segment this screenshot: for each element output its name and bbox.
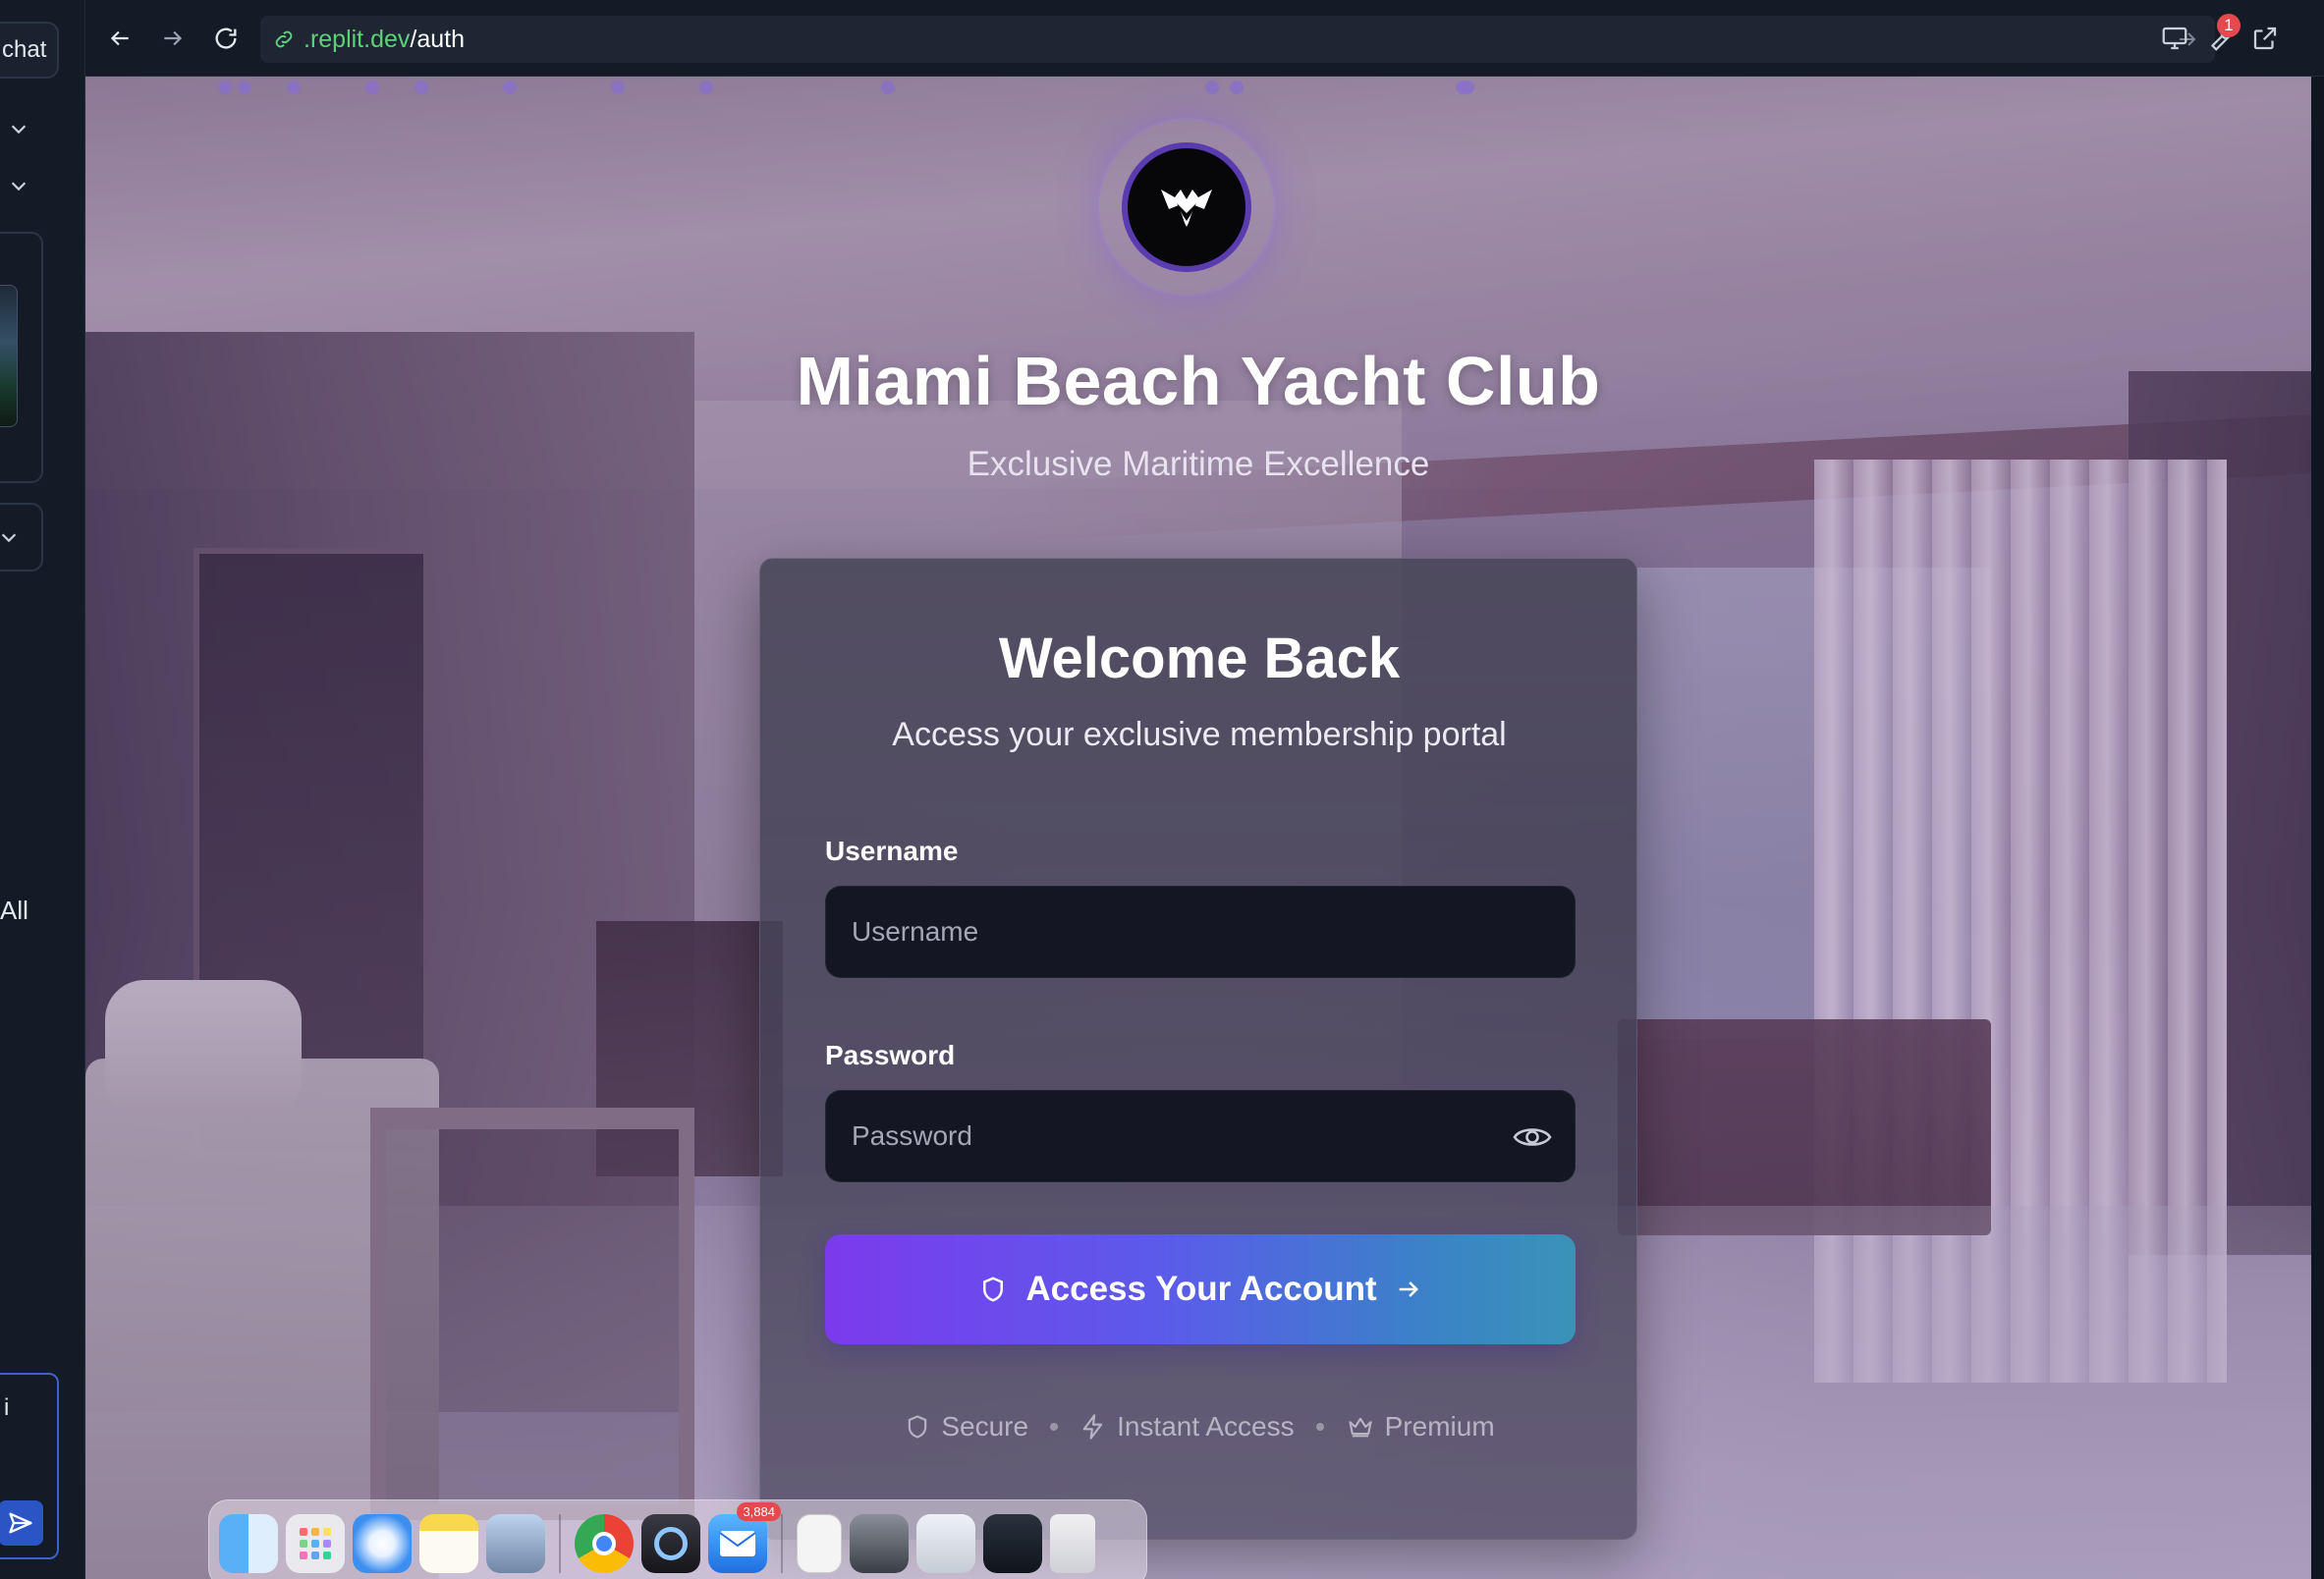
dock-divider [781, 1514, 783, 1573]
feature-premium: Premium [1346, 1411, 1495, 1443]
particle-dots [85, 81, 2311, 100]
dock-screenshot-icon[interactable] [850, 1514, 909, 1573]
shield-icon [983, 1277, 1004, 1302]
club-logo-icon [1161, 190, 1212, 227]
eye-icon [1513, 1128, 1552, 1146]
url-host: .replit.dev [304, 25, 411, 53]
forward-button[interactable] [156, 22, 190, 55]
back-button[interactable] [103, 22, 137, 55]
macos-dock: 3,884 [208, 1499, 1147, 1579]
page-viewport: Miami Beach Yacht Club Exclusive Maritim… [85, 77, 2311, 1579]
chat-tab[interactable]: chat [0, 22, 59, 79]
mail-badge: 3,884 [737, 1502, 781, 1521]
dock-finder-icon[interactable] [219, 1514, 278, 1573]
chat-tab-label: chat [2, 36, 47, 63]
arrow-right-icon [1399, 1281, 1418, 1297]
monitor-icon [2162, 27, 2187, 50]
show-password-button[interactable] [1512, 1118, 1553, 1156]
feature-secure: Secure [904, 1411, 1028, 1443]
feature-instant-access-label: Instant Access [1117, 1411, 1295, 1442]
login-title: Welcome Back [998, 626, 1401, 690]
external-link-icon [2253, 27, 2277, 50]
collapsed-section[interactable] [0, 503, 43, 572]
club-name: Miami Beach Yacht Club [796, 343, 1601, 419]
dock-chrome-icon[interactable] [575, 1514, 634, 1573]
send-icon [9, 1512, 32, 1534]
dock-mail-icon[interactable]: 3,884 [708, 1502, 781, 1573]
password-label: Password [825, 1040, 956, 1070]
link-icon [275, 30, 293, 48]
preview-thumbnail[interactable] [0, 285, 18, 427]
notification-badge: 1 [2217, 14, 2241, 37]
username-label: Username [825, 836, 959, 866]
separator-dot [1315, 1423, 1324, 1431]
dock-divider [559, 1514, 561, 1573]
dock-document-icon[interactable] [797, 1514, 842, 1573]
username-field[interactable] [825, 886, 1576, 978]
arrow-left-icon [110, 30, 129, 46]
devices-button[interactable] [2158, 22, 2191, 55]
login-card: Welcome Back Access your exclusive membe… [759, 558, 1637, 1540]
username-input[interactable] [826, 887, 1575, 977]
url-path: /auth [410, 25, 465, 53]
browser-toolbar: .replit.dev/auth 1 [85, 0, 2324, 77]
feature-instant-access: Instant Access [1079, 1411, 1295, 1443]
devtools-button[interactable]: 1 [2203, 14, 2241, 55]
dock-quicktime-icon[interactable] [641, 1514, 700, 1573]
access-account-label: Access Your Account [1025, 1270, 1377, 1308]
lightning-icon [1082, 1414, 1103, 1440]
dock-trash-icon[interactable] [1050, 1514, 1095, 1573]
chevron-down-icon[interactable] [8, 118, 31, 141]
dock-launchpad-icon[interactable] [286, 1514, 345, 1573]
dock-preview-icon[interactable] [486, 1514, 545, 1573]
feature-premium-label: Premium [1384, 1411, 1495, 1442]
chat-input[interactable]: i [0, 1373, 59, 1559]
open-new-tab-button[interactable] [2248, 22, 2282, 55]
url-text: .replit.dev/auth [304, 26, 465, 54]
club-tagline: Exclusive Maritime Excellence [967, 445, 1430, 483]
separator-dot [1050, 1423, 1059, 1431]
send-button[interactable] [0, 1500, 43, 1546]
password-input[interactable] [826, 1091, 1575, 1181]
filter-all-label[interactable]: All [0, 896, 28, 926]
dock-safari-icon[interactable] [353, 1514, 412, 1573]
shield-icon [909, 1415, 927, 1439]
dock-screenshot-icon[interactable] [916, 1514, 975, 1573]
feature-list: Secure Instant Access Premium [760, 1411, 1638, 1443]
crown-icon [1349, 1417, 1372, 1438]
club-logo [1122, 142, 1251, 272]
reload-icon [215, 27, 237, 49]
dock-screenshot-icon[interactable] [983, 1514, 1042, 1573]
feature-secure-label: Secure [941, 1411, 1029, 1442]
login-subtitle: Access your exclusive membership portal [892, 716, 1507, 753]
dock-notes-icon[interactable] [419, 1514, 478, 1573]
access-account-button[interactable]: Access Your Account [825, 1234, 1576, 1344]
chat-input-text: i [4, 1394, 10, 1421]
chevron-down-icon[interactable] [8, 175, 31, 198]
ide-sidebar: chat All i [0, 0, 85, 1579]
arrow-right-icon [164, 30, 183, 46]
url-bar[interactable]: .replit.dev/auth [260, 16, 2215, 63]
reload-button[interactable] [209, 22, 243, 55]
password-field[interactable] [825, 1090, 1576, 1182]
chevron-down-icon [1, 533, 17, 543]
